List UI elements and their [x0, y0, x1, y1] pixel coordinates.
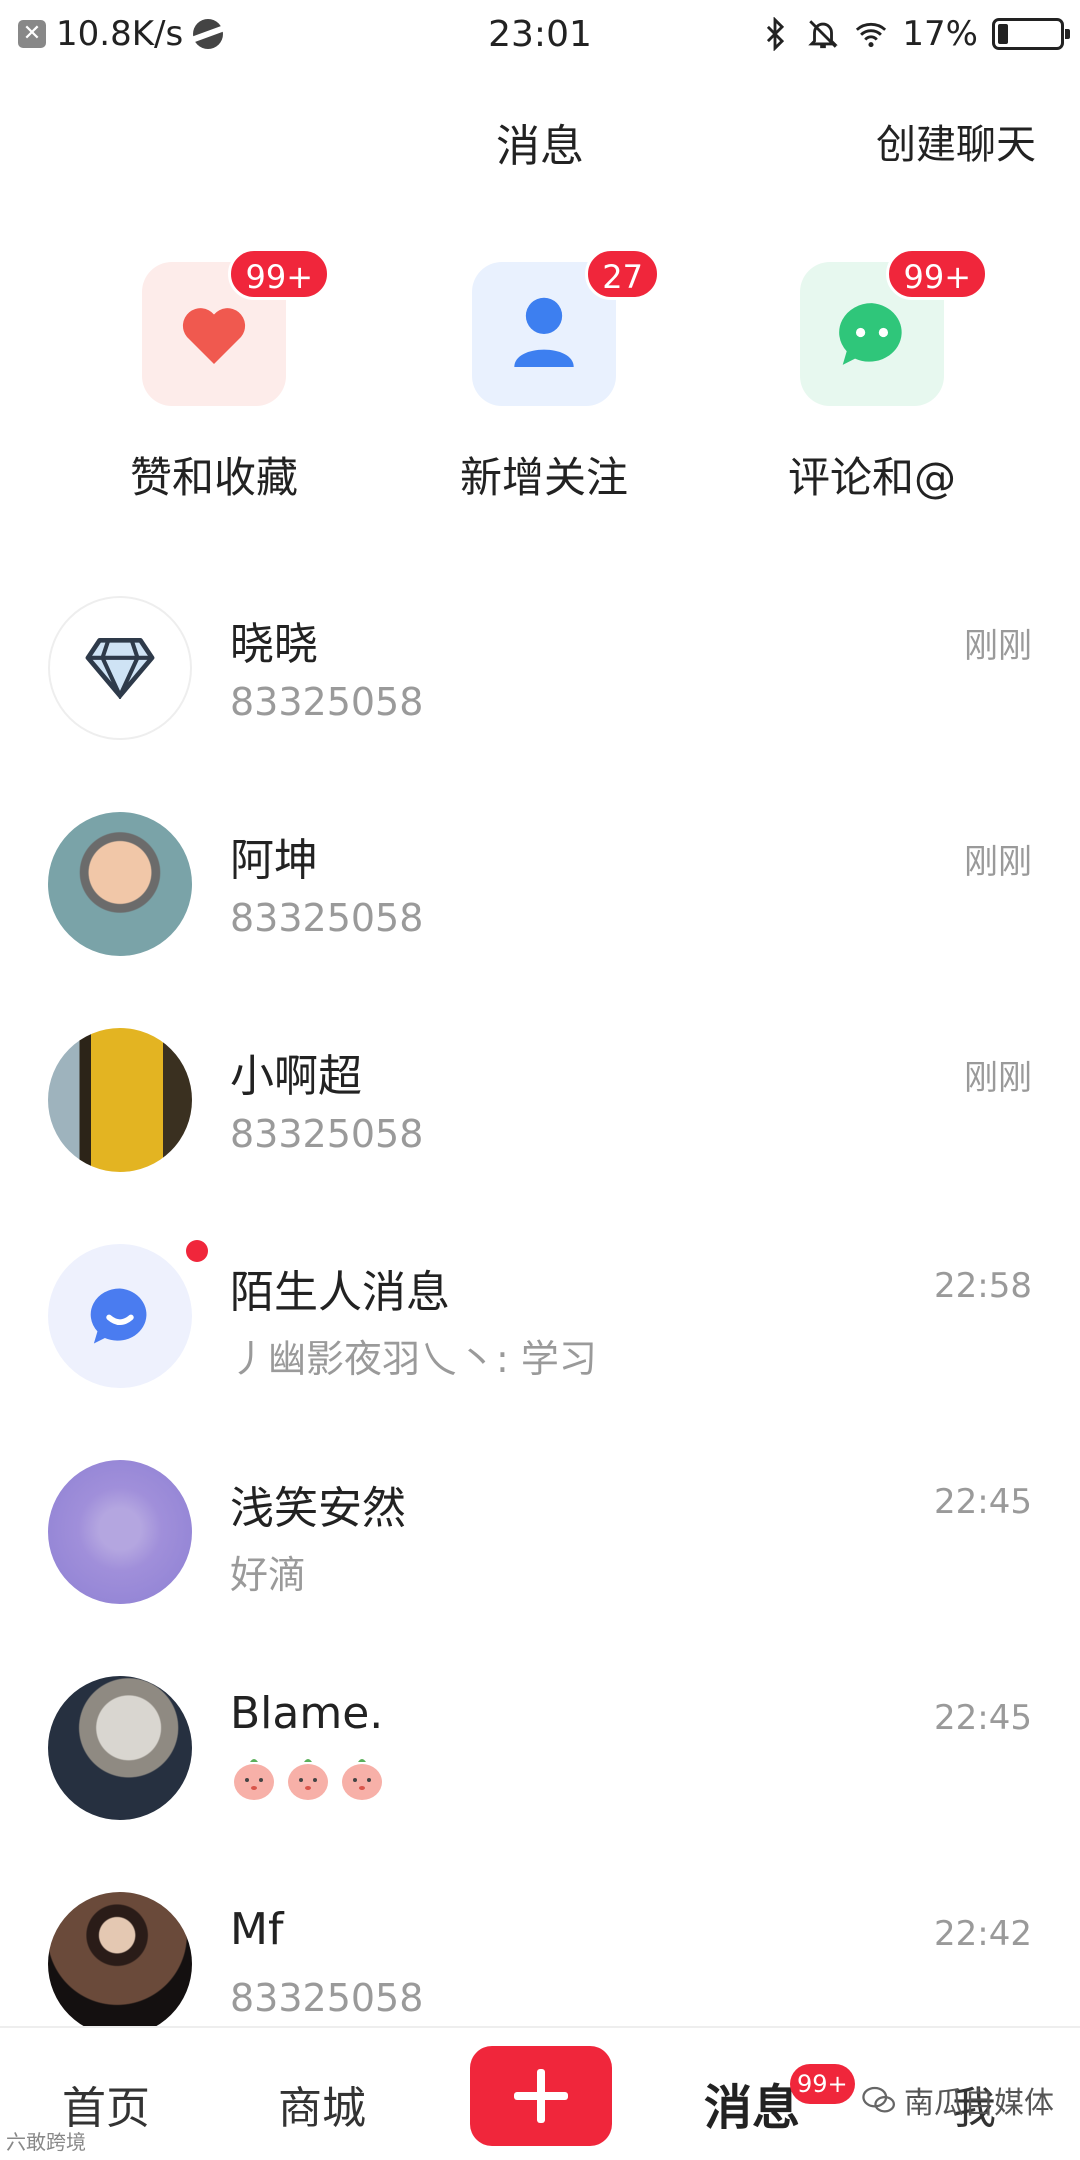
- contact-name: Mf: [230, 1904, 284, 1955]
- followers-label: 新增关注: [459, 453, 628, 502]
- contact-name: 浅笑安然: [230, 1483, 406, 1534]
- likes-and-favorites[interactable]: 99+ 赞和收藏: [64, 248, 364, 505]
- chat-bubble-icon: [839, 303, 902, 365]
- heart-icon: [182, 308, 246, 364]
- avatar: [48, 1028, 192, 1172]
- stranger-chat-icon: [90, 1288, 147, 1344]
- followers-badge: 27: [585, 248, 660, 300]
- avatar: [48, 812, 192, 956]
- likes-badge: 99+: [228, 248, 330, 300]
- list-item[interactable]: Blame. 22:45: [0, 1676, 1080, 1892]
- likes-label: 赞和收藏: [129, 453, 298, 502]
- message-time: 22:45: [934, 1482, 1032, 1522]
- header: 消息 创建聊天: [0, 100, 1080, 180]
- contact-name: 陌生人消息: [230, 1267, 450, 1318]
- bluetooth-icon: [767, 17, 785, 51]
- message-preview: 好滴: [230, 1553, 307, 1597]
- message-time: 22:45: [934, 1698, 1032, 1738]
- unread-dot: [186, 1240, 208, 1262]
- battery-icon: [992, 18, 1070, 50]
- comments-label: 评论和@: [787, 453, 956, 502]
- message-preview: 83325058: [230, 680, 424, 724]
- list-item[interactable]: 浅笑安然 好滴 22:45: [0, 1460, 1080, 1676]
- avatar: [48, 1460, 192, 1604]
- list-item[interactable]: 陌生人消息 丿幽影夜羽乀丶: 学习 22:58: [0, 1240, 1080, 1460]
- message-time: 刚刚: [964, 626, 1032, 666]
- peach-sticker-icon: [234, 1759, 274, 1800]
- new-followers[interactable]: 27 新增关注: [394, 248, 694, 505]
- quick-actions: 99+ 赞和收藏 27 新增关注 99+ 评论和@: [0, 248, 1080, 505]
- contact-name: 小啊超: [230, 1051, 362, 1102]
- peach-sticker-icon: [342, 1759, 382, 1800]
- wechat-icon: [862, 2086, 896, 2113]
- tab-mall[interactable]: 商城: [278, 2072, 366, 2136]
- watermark-right: 南瓜自媒体: [862, 2078, 1054, 2122]
- list-item[interactable]: 小啊超 83325058 刚刚: [0, 1028, 1080, 1244]
- person-icon: [514, 297, 574, 367]
- contact-name: 阿坤: [230, 835, 318, 886]
- wifi-icon: [856, 22, 887, 48]
- status-bar: ✕ 10.8K/s 23:01 17%: [0, 0, 1080, 72]
- tab-messages[interactable]: 消息: [704, 2068, 800, 2138]
- watermark-left: 六敢跨境: [6, 2130, 86, 2154]
- battery-percent: 17%: [902, 14, 978, 54]
- comments-badge: 99+: [886, 248, 988, 300]
- heart-icon-container: 99+: [142, 248, 330, 406]
- messages-tab-badge: 99+: [790, 2064, 855, 2104]
- chat-bubble-icon-container: 99+: [800, 248, 988, 406]
- person-icon-container: 27: [472, 248, 660, 406]
- status-right: 17%: [758, 14, 1070, 54]
- create-chat-button[interactable]: 创建聊天: [876, 112, 1036, 170]
- avatar: [48, 1676, 192, 1820]
- diamond-icon: [85, 637, 155, 699]
- avatar: [48, 1892, 192, 2036]
- bell-off-icon: [808, 20, 839, 49]
- list-item[interactable]: 阿坤 83325058 刚刚: [0, 812, 1080, 1028]
- message-time: 刚刚: [964, 842, 1032, 882]
- watermark-text: 南瓜自媒体: [904, 2086, 1054, 2121]
- comments-and-mentions[interactable]: 99+ 评论和@: [722, 248, 1022, 505]
- message-preview: 83325058: [230, 1112, 424, 1156]
- peach-sticker-icon: [288, 1759, 328, 1800]
- message-time: 22:58: [934, 1266, 1032, 1306]
- message-time: 刚刚: [964, 1058, 1032, 1098]
- avatar: [48, 1244, 192, 1388]
- sticker-preview: [230, 1754, 386, 1802]
- list-item[interactable]: 晓晓 83325058 刚刚: [0, 596, 1080, 812]
- message-time: 22:42: [934, 1914, 1032, 1954]
- message-preview: 丿幽影夜羽乀丶: 学习: [230, 1337, 597, 1381]
- avatar: [48, 596, 192, 740]
- message-preview: 83325058: [230, 896, 424, 940]
- message-preview: 83325058: [230, 1976, 424, 2020]
- add-post-button[interactable]: [470, 2046, 612, 2146]
- contact-name: 晓晓: [230, 619, 318, 670]
- contact-name: Blame.: [230, 1688, 384, 1739]
